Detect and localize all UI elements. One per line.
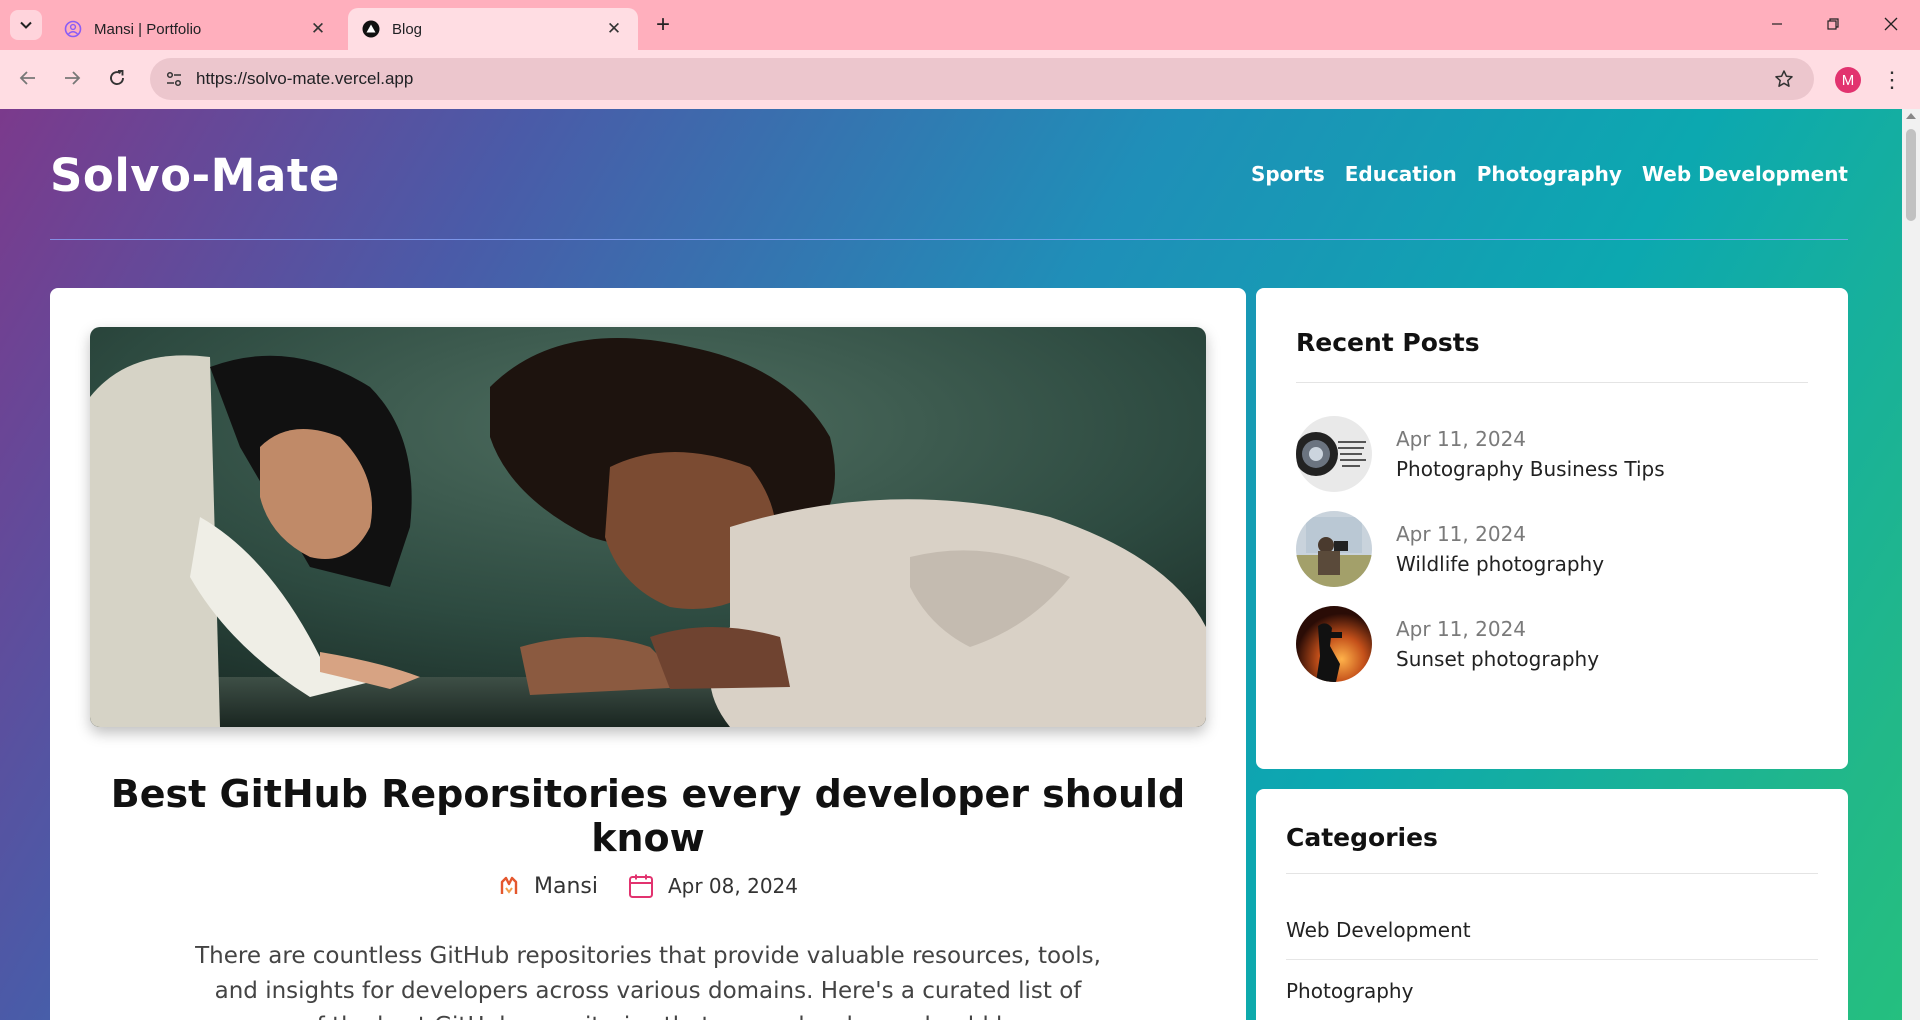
reload-icon xyxy=(110,70,124,85)
vercel-favicon-icon xyxy=(362,20,380,38)
close-tab-icon[interactable]: ✕ xyxy=(604,19,624,39)
recent-post-date: Apr 11, 2024 xyxy=(1396,617,1527,641)
recent-post-title[interactable]: Photography Business Tips xyxy=(1396,457,1665,481)
recent-posts-card: Recent Posts Apr 11, 2024 Photography Bu… xyxy=(1256,288,1848,769)
close-icon xyxy=(1884,17,1898,31)
category-item-web-development[interactable]: Web Development xyxy=(1286,900,1818,960)
restore-icon xyxy=(1827,18,1839,30)
post-hero-image xyxy=(90,327,1206,727)
scroll-up-arrow-icon[interactable] xyxy=(1906,113,1916,119)
nav-link-education[interactable]: Education xyxy=(1345,162,1457,186)
nav-link-web-development[interactable]: Web Development xyxy=(1642,162,1848,186)
recent-post-thumbnail xyxy=(1296,416,1372,492)
calendar-icon xyxy=(628,874,653,898)
profile-avatar[interactable]: M xyxy=(1835,67,1861,93)
categories-heading: Categories xyxy=(1286,823,1438,852)
minimize-window-button[interactable] xyxy=(1754,8,1800,40)
hero-photo xyxy=(90,327,1206,727)
arrow-left-icon xyxy=(19,71,35,85)
recent-post-item[interactable]: Apr 11, 2024 Photography Business Tips xyxy=(1296,416,1808,492)
close-window-button[interactable] xyxy=(1868,8,1914,40)
tab-blog[interactable]: Blog ✕ xyxy=(348,8,638,50)
browser-toolbar: https://solvo-mate.vercel.app M ⋮ xyxy=(0,50,1920,109)
post-date-text: Apr 08, 2024 xyxy=(667,874,798,898)
post-title[interactable]: Best GitHub Reporsitories every develope… xyxy=(50,772,1246,860)
nav-link-photography[interactable]: Photography xyxy=(1477,162,1622,186)
recent-post-date: Apr 11, 2024 xyxy=(1396,522,1527,546)
tab-title: Mansi | Portfolio xyxy=(94,20,202,38)
restore-window-button[interactable] xyxy=(1810,8,1856,40)
post-excerpt: There are countless GitHub repositories … xyxy=(195,943,1101,1020)
new-tab-button[interactable]: + xyxy=(648,10,678,40)
categories-card: Categories Web Development Photography xyxy=(1256,789,1848,1020)
tab-portfolio[interactable]: Mansi | Portfolio ✕ xyxy=(50,8,342,50)
recent-post-thumbnail xyxy=(1296,606,1372,682)
page-viewport: Solvo-Mate Sports Education Photography … xyxy=(0,109,1920,1020)
bookmark-star-icon[interactable] xyxy=(1772,67,1796,91)
chevron-down-icon xyxy=(20,21,32,29)
portfolio-favicon-icon xyxy=(64,20,82,38)
scrollbar-thumb[interactable] xyxy=(1906,129,1916,221)
tab-title: Blog xyxy=(392,20,423,38)
divider xyxy=(1286,873,1818,874)
divider xyxy=(1296,382,1808,383)
page-scrollbar[interactable] xyxy=(1902,109,1920,1020)
arrow-right-icon xyxy=(65,71,81,85)
post-author: Mansi xyxy=(498,874,598,899)
back-button[interactable] xyxy=(12,62,44,94)
recent-post-date: Apr 11, 2024 xyxy=(1396,427,1527,451)
recent-posts-heading: Recent Posts xyxy=(1296,328,1480,357)
browser-tab-strip: Mansi | Portfolio ✕ Blog ✕ + xyxy=(0,0,1920,50)
address-bar[interactable]: https://solvo-mate.vercel.app xyxy=(150,58,1814,100)
site-logo[interactable]: Solvo-Mate xyxy=(50,149,340,202)
site-header: Solvo-Mate Sports Education Photography … xyxy=(50,109,1848,240)
tab-search-button[interactable] xyxy=(10,10,42,40)
browser-menu-icon[interactable]: ⋮ xyxy=(1880,64,1904,96)
forward-button[interactable] xyxy=(56,62,88,94)
url-text[interactable]: https://solvo-mate.vercel.app xyxy=(196,69,413,89)
minimize-icon xyxy=(1772,23,1782,25)
post-date: Apr 08, 2024 xyxy=(628,873,798,899)
recent-post-item[interactable]: Apr 11, 2024 Wildlife photography xyxy=(1296,511,1808,587)
close-tab-icon[interactable]: ✕ xyxy=(308,19,328,39)
recent-post-thumbnail xyxy=(1296,511,1372,587)
site-info-icon[interactable] xyxy=(154,59,194,99)
nav-link-sports[interactable]: Sports xyxy=(1251,162,1325,186)
post-meta: Mansi Apr 08, 2024 xyxy=(50,873,1246,899)
recent-post-item[interactable]: Apr 11, 2024 Sunset photography xyxy=(1296,606,1808,682)
reload-button[interactable] xyxy=(101,62,133,94)
author-name[interactable]: Mansi xyxy=(534,874,598,899)
main-nav: Sports Education Photography Web Develop… xyxy=(1251,162,1848,186)
author-logo-icon xyxy=(500,876,518,894)
recent-post-title[interactable]: Wildlife photography xyxy=(1396,552,1604,576)
recent-post-title[interactable]: Sunset photography xyxy=(1396,647,1599,671)
featured-post-card: Best GitHub Reporsitories every develope… xyxy=(50,288,1246,1020)
category-item-photography[interactable]: Photography xyxy=(1286,961,1818,1020)
